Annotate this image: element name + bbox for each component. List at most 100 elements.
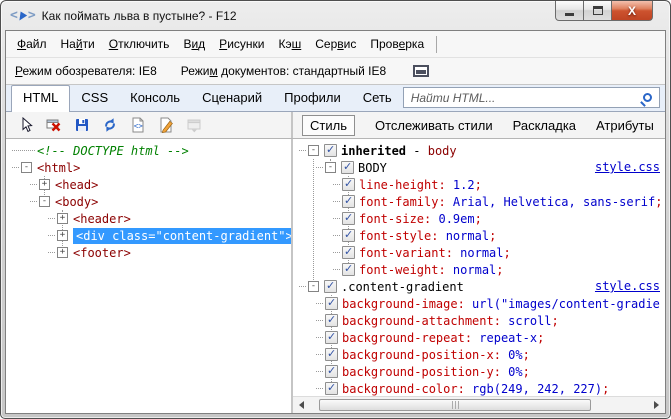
checkbox-checked[interactable]	[325, 331, 338, 344]
collapse-icon[interactable]: -	[308, 281, 319, 292]
style-rule-row[interactable]: background-position-y: 0%;	[293, 363, 665, 380]
menu-item-7[interactable]: Проверка	[363, 33, 431, 55]
menu-item-5[interactable]: Кэш	[271, 33, 308, 55]
menu-separator	[436, 36, 437, 53]
window-controls: X	[555, 1, 653, 21]
checkbox-checked[interactable]	[324, 280, 337, 293]
style-rule-row[interactable]: background-repeat: repeat-x;	[293, 329, 665, 346]
menu-item-2[interactable]: Отключить	[102, 33, 177, 55]
checkbox-checked[interactable]	[325, 297, 338, 310]
stylesheet-link[interactable]: style.css	[595, 160, 660, 174]
expand-icon[interactable]: +	[57, 247, 68, 258]
checkbox-checked[interactable]	[342, 178, 355, 191]
checkbox-checked[interactable]	[342, 229, 355, 242]
style-tab-раскладка[interactable]: Раскладка	[513, 118, 576, 133]
save-icon[interactable]	[73, 117, 90, 134]
css-property-name: background-position-y:	[342, 365, 508, 379]
expand-icon[interactable]: +	[39, 179, 50, 190]
menu-item-3[interactable]: Вид	[176, 33, 212, 55]
tree-row[interactable]: +<head>	[6, 176, 291, 193]
window-title: Как поймать льва в пустыне? - F12	[42, 8, 237, 23]
tab-профили[interactable]: Профили	[273, 86, 352, 111]
pin-tools-button[interactable]	[410, 62, 432, 80]
accelerator-letter: Р	[219, 37, 227, 51]
tree-row[interactable]: +<div class="content-gradient">	[6, 227, 291, 244]
horizontal-scrollbar[interactable]	[293, 396, 665, 413]
refresh-icon[interactable]	[101, 117, 118, 134]
style-rule-row[interactable]: -BODYstyle.css	[293, 159, 665, 176]
collapse-icon[interactable]: -	[325, 162, 336, 173]
css-property-name: background-repeat:	[342, 331, 479, 345]
checkbox-checked[interactable]	[325, 348, 338, 361]
minimize-button[interactable]	[555, 1, 584, 21]
minimize-icon	[565, 13, 574, 16]
search-icon[interactable]	[643, 93, 652, 102]
style-rule-row[interactable]: -inherited - body	[293, 142, 665, 159]
expand-icon[interactable]: +	[57, 213, 68, 224]
checkbox-checked[interactable]	[342, 195, 355, 208]
tree-row[interactable]: +<header>	[6, 210, 291, 227]
checkbox-checked[interactable]	[342, 212, 355, 225]
collapse-icon[interactable]: -	[39, 196, 50, 207]
style-rule-row[interactable]: font-weight: normal;	[293, 261, 665, 278]
menu-item-4[interactable]: Рисунки	[212, 33, 271, 55]
style-rule-row[interactable]: font-size: 0.9em;	[293, 210, 665, 227]
style-rule-row[interactable]: -.content-gradientstyle.css	[293, 278, 665, 295]
checkbox-checked[interactable]	[341, 161, 354, 174]
style-tab-стиль[interactable]: Стиль	[302, 115, 355, 136]
css-property-name: font-family:	[359, 195, 453, 209]
menu-item-6[interactable]: Сервис	[308, 33, 363, 55]
tab-сеть[interactable]: Сеть	[352, 86, 403, 111]
style-rule-row[interactable]: font-variant: normal;	[293, 244, 665, 261]
checkbox-checked[interactable]	[342, 263, 355, 276]
style-rule-row[interactable]: font-family: Arial, Helvetica, sans-seri…	[293, 193, 665, 210]
checkbox-checked[interactable]	[325, 382, 338, 395]
scroll-right-arrow[interactable]	[648, 397, 665, 413]
tree-row[interactable]: -<body>	[6, 193, 291, 210]
tree-node-text: <footer>	[73, 246, 131, 260]
checkbox-checked[interactable]	[325, 314, 338, 327]
view-source-icon[interactable]: <>	[129, 117, 146, 134]
style-rule-row[interactable]: background-position-x: 0%;	[293, 346, 665, 363]
tree-row[interactable]: -<html>	[6, 159, 291, 176]
style-pane: -inherited - body-BODYstyle.cssline-heig…	[293, 139, 665, 413]
tab-сценарий[interactable]: Сценарий	[191, 86, 273, 111]
tab-css[interactable]: CSS	[70, 86, 119, 111]
stylesheet-link[interactable]: style.css	[595, 279, 660, 293]
css-semicolon: ;	[602, 382, 609, 396]
clear-cache-icon[interactable]	[45, 117, 62, 134]
tree-row[interactable]: + <footer>	[6, 244, 291, 261]
css-property-value: Arial, Helvetica, sans-serif	[453, 195, 655, 209]
accelerator-letter: м	[210, 64, 218, 78]
tab-консоль[interactable]: Консоль	[119, 86, 191, 111]
toolbar-row: <> Стиль Отслеживать стили Раскладка Атрибу…	[6, 112, 665, 139]
maximize-icon	[593, 6, 603, 15]
expand-icon[interactable]: +	[57, 230, 68, 241]
maximize-button[interactable]	[584, 1, 611, 21]
select-element-icon[interactable]	[17, 117, 34, 134]
style-tab-отслеживать-стили[interactable]: Отслеживать стили	[375, 118, 493, 133]
collapse-icon[interactable]: -	[21, 162, 32, 173]
accelerator-letter: в	[337, 37, 343, 51]
menu-item-1[interactable]: Найти	[54, 33, 102, 55]
tab-html[interactable]: HTML	[11, 85, 70, 112]
collapse-icon[interactable]: -	[308, 145, 319, 156]
style-rule-row[interactable]: background-color: rgb(249, 242, 227);	[293, 380, 665, 396]
checkbox-checked[interactable]	[325, 365, 338, 378]
tree-row[interactable]: <!-- DOCTYPE html -->	[6, 142, 291, 159]
style-rule-row[interactable]: background-attachment: scroll;	[293, 312, 665, 329]
checkbox-checked[interactable]	[342, 246, 355, 259]
edit-icon[interactable]	[157, 117, 174, 134]
checkbox-checked[interactable]	[324, 144, 337, 157]
open-window-icon	[185, 117, 202, 134]
menu-item-0[interactable]: Файл	[10, 33, 54, 55]
scrollbar-thumb[interactable]	[319, 399, 591, 411]
style-rule-row[interactable]: line-height: 1.2;	[293, 176, 665, 193]
css-property-value: 0.9em	[438, 212, 474, 226]
style-rule-row[interactable]: font-style: normal;	[293, 227, 665, 244]
style-rule-row[interactable]: background-image: url("images/content-gr…	[293, 295, 665, 312]
search-input[interactable]	[409, 90, 643, 106]
style-tab-атрибуты[interactable]: Атрибуты	[596, 118, 654, 133]
scroll-left-arrow[interactable]	[293, 397, 310, 413]
close-button[interactable]: X	[611, 1, 653, 21]
